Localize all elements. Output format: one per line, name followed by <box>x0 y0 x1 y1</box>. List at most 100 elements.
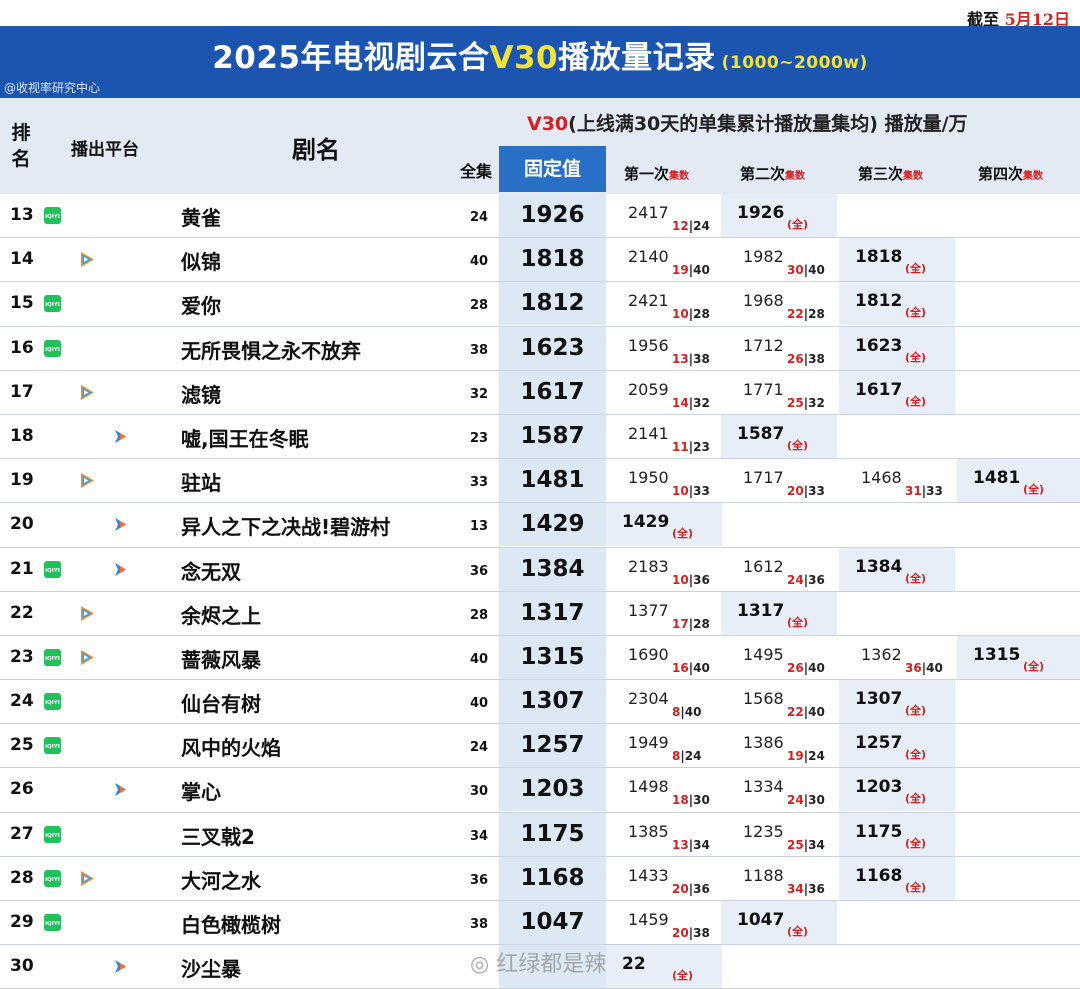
record-cell: 2141 11|23 <box>606 415 722 458</box>
record-cell: 2417 12|24 <box>606 194 722 237</box>
fixed-value-cell: 1175 <box>499 812 606 856</box>
record-cell: 1771 25|32 <box>721 371 837 414</box>
episode-total: 24 <box>693 219 710 233</box>
episode-at: 22 <box>787 705 804 720</box>
record-cell: 1617 (全) <box>839 370 955 414</box>
episode-progress: 13|34 <box>672 837 710 852</box>
episode-at: 19 <box>787 749 804 764</box>
full-mark: (全) <box>672 527 694 541</box>
episode-at: 31 <box>905 484 922 499</box>
rank-cell: 23 <box>10 646 34 667</box>
rank-cell: 29 <box>10 912 34 932</box>
svg-text:iQIYI: iQIYI <box>45 877 60 883</box>
drama-title: 念无双 <box>181 559 241 584</box>
record-value: 1459 <box>628 910 669 929</box>
record-cell: 1950 10|33 <box>606 459 722 502</box>
episode-progress: 17|28 <box>672 616 710 631</box>
iqiyi-icon: iQIYI <box>44 737 61 755</box>
fixed-value-cell: 1812 <box>499 282 606 326</box>
record-cell: 1168 (全) <box>839 856 955 900</box>
record-cell: 1623 (全) <box>839 326 955 370</box>
record-value: 2140 <box>628 247 669 267</box>
record-cell: 1968 22|28 <box>721 282 837 325</box>
fixed-value-cell: 1384 <box>499 547 606 591</box>
episode-progress: 24|36 <box>787 572 825 587</box>
rank-cell: 22 <box>10 602 34 623</box>
title-banner: 2025年电视剧云合V30播放量记录 (1000~2000w) @收视率研究中心 <box>0 26 1080 98</box>
episode-progress: 25|32 <box>787 395 825 410</box>
episode-count: 23 <box>470 430 489 446</box>
episode-total: 40 <box>684 705 702 720</box>
record-cell: 2183 10|36 <box>606 548 722 591</box>
episode-at: 20 <box>672 926 689 940</box>
record-cell: 1468 31|33 <box>839 459 955 502</box>
record-cell: 1386 19|24 <box>721 724 837 767</box>
table-row: 15 iQIYI 爱你 28 1812 2421 10|28 1968 22|28 1812 (全) <box>0 282 1080 327</box>
drama-title: 黄雀 <box>181 206 221 230</box>
svg-text:iQIYI: iQIYI <box>45 744 60 750</box>
record-value: 2059 <box>628 379 669 399</box>
drama-title: 大河之水 <box>181 868 261 893</box>
rank-cell: 19 <box>10 470 34 491</box>
full-mark: (全) <box>905 836 927 850</box>
drama-title: 风中的火焰 <box>181 736 281 761</box>
episode-at: 8 <box>672 705 681 720</box>
header-attempt-2: 第二次集数 <box>740 163 805 184</box>
record-value: 2183 <box>628 556 669 576</box>
record-value: 2304 <box>628 689 669 709</box>
fixed-value-cell: 1617 <box>499 370 606 414</box>
record-cell: 2140 19|40 <box>606 238 722 281</box>
record-cell: 1982 30|40 <box>721 238 837 281</box>
tencent-icon <box>78 384 95 401</box>
record-cell: 1498 18|30 <box>606 768 722 811</box>
record-value: 1568 <box>743 689 784 709</box>
episode-total: 34 <box>693 837 710 852</box>
record-cell: 1949 8|24 <box>606 724 722 767</box>
rank-cell: 30 <box>10 956 34 977</box>
episode-progress: 12|24 <box>672 219 710 233</box>
watermark: ◎ 红绿都是辣 <box>470 946 606 978</box>
episode-progress: 10|33 <box>672 484 710 499</box>
rank-cell: 17 <box>10 381 34 402</box>
header-v30-description: V30(上线满30天的单集累计播放量集均) 播放量/万 <box>527 109 968 136</box>
episode-progress: 11|23 <box>672 439 710 454</box>
record-cell: 1385 13|34 <box>606 813 722 856</box>
episode-total: 38 <box>693 926 710 940</box>
table-row: 22 余烬之上 28 1317 1377 17|28 1317 (全) <box>0 591 1080 636</box>
episode-at: 24 <box>787 793 804 808</box>
episode-count: 13 <box>470 519 489 535</box>
table-row: 24 iQIYI 仙台有树 40 1307 2304 8|40 1568 22|40 1307 (全… <box>0 680 1080 725</box>
episode-count: 28 <box>470 298 489 314</box>
full-mark: (全) <box>905 571 927 585</box>
table-row: 16 iQIYI 无所畏惧之永不放弃 38 1623 1956 13|38 1712 26|38… <box>0 326 1080 371</box>
table-row: 19 驻站 33 1481 1950 10|33 1717 20|33 1468 31|33 148… <box>0 459 1080 504</box>
page-title: 2025年电视剧云合V30播放量记录 (1000~2000w) <box>0 32 1080 77</box>
episode-count: 33 <box>470 475 489 491</box>
episode-progress: 24|30 <box>787 793 825 808</box>
record-cell: 1926 (全) <box>721 194 837 237</box>
full-mark: (全) <box>672 969 694 983</box>
episode-at: 25 <box>787 395 804 410</box>
iqiyi-icon: iQIYI <box>44 560 61 578</box>
episode-at: 30 <box>787 263 804 278</box>
record-cell: 1334 24|30 <box>721 768 837 811</box>
record-value: 1623 <box>855 335 903 356</box>
fixed-value-cell: 1307 <box>499 680 606 724</box>
rank-cell: 21 <box>10 558 34 579</box>
episode-progress: 8|40 <box>672 705 702 720</box>
record-cell: 22 (全) <box>606 945 722 989</box>
iqiyi-icon: iQIYI <box>44 693 61 711</box>
svg-text:iQIYI: iQIYI <box>45 302 60 308</box>
table-row: 20 异人之下之决战!碧游村 13 1429 1429 (全) <box>0 503 1080 548</box>
table-row: 28 iQIYI 大河之水 36 1168 1433 20|36 1188 34|36 1168(… <box>0 856 1080 901</box>
episode-total: 36 <box>808 572 825 587</box>
episode-count: 32 <box>470 386 489 402</box>
iqiyi-icon: iQIYI <box>44 825 61 843</box>
record-value: 2141 <box>628 423 669 443</box>
record-cell: 1459 20|38 <box>606 901 722 944</box>
fixed-value-cell: 1315 <box>499 635 606 679</box>
table-row: 18 嘘,国王在冬眠 23 1587 2141 11|23 1587 (全) <box>0 414 1080 460</box>
episode-at: 13 <box>672 837 689 852</box>
fixed-value-cell: 1257 <box>499 724 606 768</box>
episode-count: 28 <box>470 607 489 623</box>
